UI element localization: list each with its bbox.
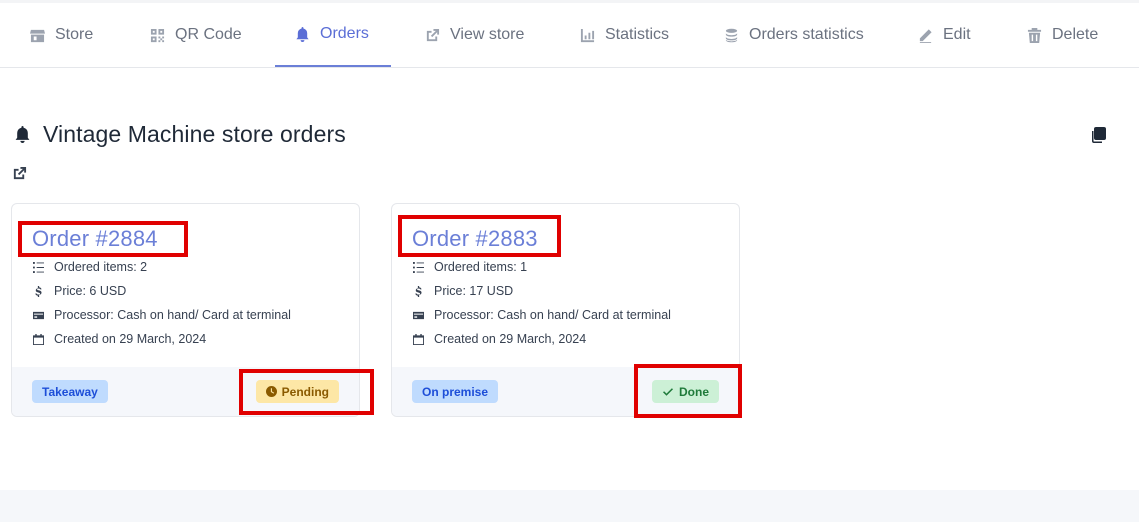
order-card: Order #2883 Ordered items: 1 Price: 17 U… — [391, 203, 740, 417]
page-title: Vintage Machine store orders — [14, 121, 346, 148]
price-text: Price: 17 USD — [434, 284, 514, 298]
ordered-items-text: Ordered items: 2 — [54, 260, 148, 274]
tab-qr-code[interactable]: QR Code — [134, 3, 258, 67]
tab-store[interactable]: Store — [14, 3, 109, 67]
tab-label: QR Code — [175, 26, 242, 43]
external-link-icon — [13, 166, 27, 180]
store-link[interactable] — [12, 166, 28, 182]
pencil-icon — [919, 28, 932, 43]
tab-edit[interactable]: Edit — [902, 3, 987, 67]
tab-label: Edit — [943, 26, 971, 43]
bell-icon — [15, 126, 30, 143]
dollar-icon — [35, 285, 42, 297]
status-badge[interactable]: Pending — [255, 380, 339, 403]
tab-orders-statistics[interactable]: Orders statistics — [708, 3, 880, 67]
qr-code-icon — [150, 28, 165, 42]
tab-label: Orders statistics — [749, 26, 864, 43]
created-row: Created on 29 March, 2024 — [33, 332, 206, 346]
created-row: Created on 29 March, 2024 — [413, 332, 586, 346]
order-card: Order #2884 Ordered items: 2 Price: 6 US… — [11, 203, 360, 417]
calendar-icon — [413, 333, 424, 345]
order-title-link[interactable]: Order #2883 — [412, 226, 538, 252]
page-title-text: Vintage Machine store orders — [43, 121, 346, 147]
tab-view-store[interactable]: View store — [409, 3, 540, 67]
status-badge[interactable]: Done — [652, 380, 719, 403]
ordered-items-row: Ordered items: 1 — [413, 260, 527, 274]
tab-orders[interactable]: Orders — [275, 3, 391, 67]
order-card-footer: On premise Done — [392, 367, 739, 416]
processor-row: Processor: Cash on hand/ Card at termina… — [33, 308, 291, 322]
price-row: Price: 17 USD — [413, 284, 513, 298]
list-icon — [33, 261, 44, 273]
order-title-link[interactable]: Order #2884 — [32, 226, 158, 252]
page-footer-band — [0, 490, 1139, 522]
copy-button[interactable] — [1091, 127, 1107, 143]
dollar-icon — [415, 285, 422, 297]
tab-delete[interactable]: Delete — [1011, 3, 1114, 67]
tab-label: Delete — [1052, 26, 1099, 43]
processor-text: Processor: Cash on hand/ Card at termina… — [434, 308, 671, 322]
card-icon — [413, 311, 424, 319]
clock-icon — [265, 386, 277, 397]
calendar-icon — [33, 333, 44, 345]
order-type-badge: On premise — [412, 380, 499, 403]
coins-icon — [725, 28, 738, 42]
ordered-items-text: Ordered items: 1 — [434, 260, 528, 274]
processor-text: Processor: Cash on hand/ Card at termina… — [54, 308, 291, 322]
tab-label: Store — [55, 26, 94, 43]
ordered-items-row: Ordered items: 2 — [33, 260, 147, 274]
card-icon — [33, 311, 44, 319]
bell-icon — [296, 26, 309, 42]
store-tab-bar: Store QR Code Orders View store Statisti… — [0, 3, 1139, 68]
tab-label: View store — [450, 26, 525, 43]
check-icon — [663, 387, 673, 396]
chart-icon — [580, 28, 595, 42]
copy-icon — [1092, 127, 1106, 143]
created-text: Created on 29 March, 2024 — [54, 332, 207, 346]
price-text: Price: 6 USD — [54, 284, 127, 298]
store-icon — [30, 29, 45, 42]
trash-icon — [1027, 27, 1042, 43]
tab-statistics[interactable]: Statistics — [564, 3, 685, 67]
processor-row: Processor: Cash on hand/ Card at termina… — [413, 308, 671, 322]
order-type-badge: Takeaway — [32, 380, 108, 403]
list-icon — [413, 261, 424, 273]
created-text: Created on 29 March, 2024 — [434, 332, 587, 346]
order-card-footer: Takeaway Pending — [12, 367, 359, 416]
tab-label: Orders — [320, 25, 369, 42]
tab-label: Statistics — [605, 26, 670, 43]
price-row: Price: 6 USD — [33, 284, 126, 298]
external-link-icon — [426, 28, 440, 41]
